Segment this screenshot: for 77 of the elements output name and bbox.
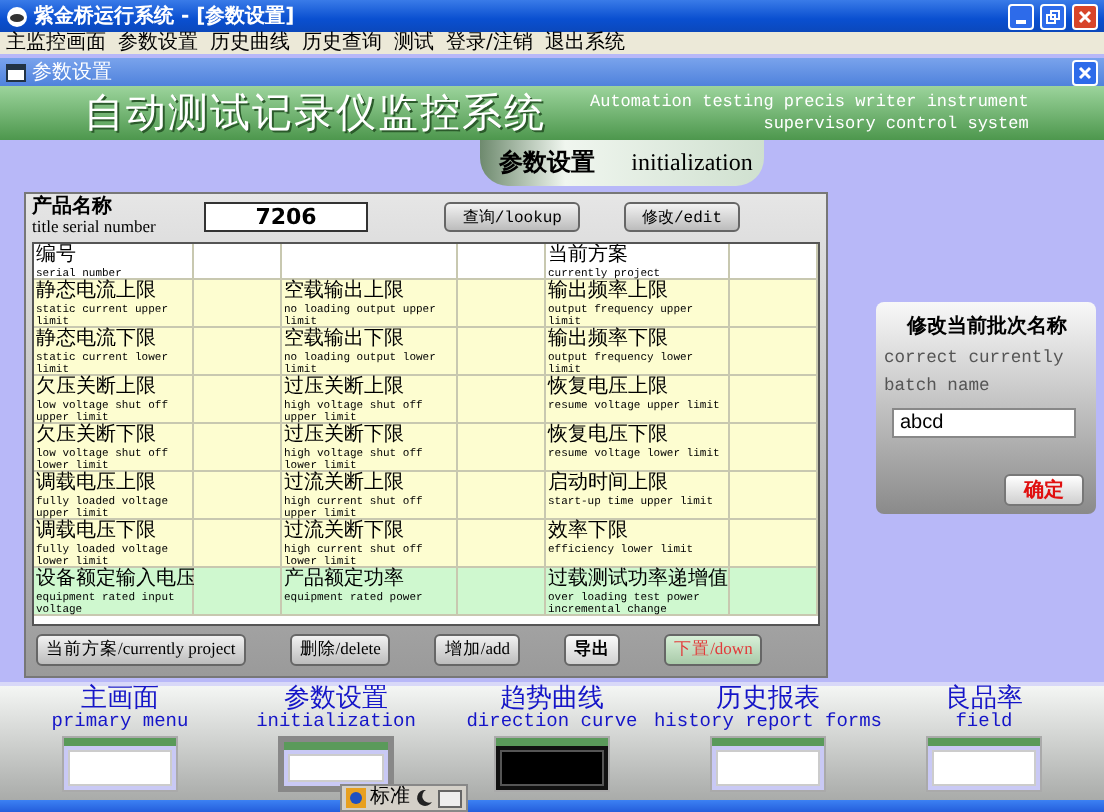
cell-label: 静态电流上限 [36, 280, 158, 304]
cell-label: 静态电流下限 [36, 328, 158, 352]
moon-icon[interactable] [414, 788, 434, 808]
product-field[interactable]: 7206 [204, 202, 368, 233]
nav-link[interactable]: 趋势曲线 [500, 686, 604, 713]
banner-subtitle: supervisory control system [763, 113, 1029, 136]
cell-label: 恢复电压下限 [548, 424, 670, 448]
ime-icon[interactable] [346, 788, 366, 808]
product-label: 产品名称 [32, 198, 114, 219]
cell-label: 过流关断下限 [284, 520, 406, 544]
menu-item[interactable]: 参数设置 [118, 32, 198, 55]
menu-item[interactable]: 退出系统 [544, 32, 625, 55]
nav-link[interactable]: direction curve [466, 712, 638, 733]
action-button[interactable]: 增加/add [434, 633, 521, 666]
menu-item[interactable]: 登录/注销 [446, 32, 533, 55]
screen-thumbnail[interactable] [710, 736, 826, 793]
screen-thumbnail[interactable] [926, 736, 1042, 793]
cell-label: 过流关断上限 [284, 472, 406, 496]
banner-title: 自动测试记录仪监控系统 [84, 86, 546, 141]
cell-label: 空载输出下限 [284, 328, 406, 352]
app-icon [6, 5, 28, 28]
menu-item[interactable]: 历史查询 [302, 32, 382, 55]
nav-link[interactable]: history report forms [653, 712, 883, 733]
ime-mode[interactable]: 标准 [370, 786, 410, 810]
window-title: 紫金桥运行系统 - [参数设置] [34, 3, 297, 31]
close-icon [1078, 65, 1092, 80]
nav-link[interactable]: 主画面 [81, 686, 159, 713]
batch-text: batch name [884, 376, 992, 397]
minimize-button[interactable] [1008, 3, 1034, 30]
action-button[interactable]: 导出 [564, 633, 621, 666]
cell-label: 启动时间上限 [548, 472, 670, 496]
cell-label: 输出频率上限 [548, 280, 670, 304]
nav-link[interactable]: 参数设置 [284, 686, 388, 713]
query-button[interactable]: 修改/edit [623, 202, 740, 233]
cell-label: 产品额定功率 [284, 568, 406, 592]
window-icon [6, 63, 26, 82]
restore-icon [1046, 9, 1060, 24]
cell-label: 调载电压下限 [36, 520, 158, 544]
confirm-button[interactable]: 确定 [1004, 474, 1084, 507]
nav-link[interactable]: 良品率 [945, 686, 1023, 713]
cell-label: 过载测试功率递增值 [548, 568, 726, 592]
batch-title: 修改当前批次名称 [904, 313, 1069, 341]
cell-label: 效率下限 [548, 520, 630, 544]
action-button[interactable]: 删除/delete [289, 633, 391, 666]
cell-label: 过压关断下限 [284, 424, 406, 448]
close-button[interactable] [1072, 3, 1098, 30]
screen-thumbnail[interactable] [62, 736, 178, 793]
keyboard-icon[interactable] [438, 789, 462, 807]
nav-link[interactable]: field [955, 712, 1013, 733]
product-caption: title serial number [32, 218, 158, 237]
query-button[interactable]: 查询/lookup [444, 202, 580, 233]
batch-field[interactable]: abcd [892, 408, 1076, 439]
nav-link[interactable]: initialization [256, 712, 416, 733]
close-button[interactable] [1072, 59, 1098, 86]
cell-label: 欠压关断下限 [36, 424, 158, 448]
restore-button[interactable] [1040, 3, 1066, 30]
nav-link[interactable]: primary menu [51, 712, 189, 733]
batch-text: correct currently [884, 348, 1066, 369]
nav-link[interactable]: 历史报表 [716, 686, 820, 713]
page-tab-title: 参数设置 [499, 146, 596, 181]
banner-subtitle: Automation testing precis writer instrument [590, 91, 1029, 114]
cell-label: 欠压关断上限 [36, 376, 158, 400]
close-icon [1078, 9, 1092, 24]
menu-item[interactable]: 测试 [394, 32, 434, 55]
page-tab-subtitle: initialization [631, 148, 753, 179]
cell-label: 编号 [36, 244, 78, 268]
child-window-title: 参数设置 [32, 59, 114, 87]
cell-label: 过压关断上限 [284, 376, 406, 400]
cell-label: 空载输出上限 [284, 280, 406, 304]
screen-thumbnail[interactable] [494, 736, 610, 793]
cell-label: 调载电压上限 [36, 472, 158, 496]
action-button[interactable]: 当前方案/currently project [36, 633, 246, 666]
menu-item[interactable]: 历史曲线 [210, 32, 290, 55]
menu-item[interactable]: 主监控画面 [6, 32, 106, 55]
cell-label: 恢复电压上限 [548, 376, 670, 400]
cell-label: 输出频率下限 [548, 328, 670, 352]
cell-label: 设备额定输入电压 [36, 568, 190, 592]
